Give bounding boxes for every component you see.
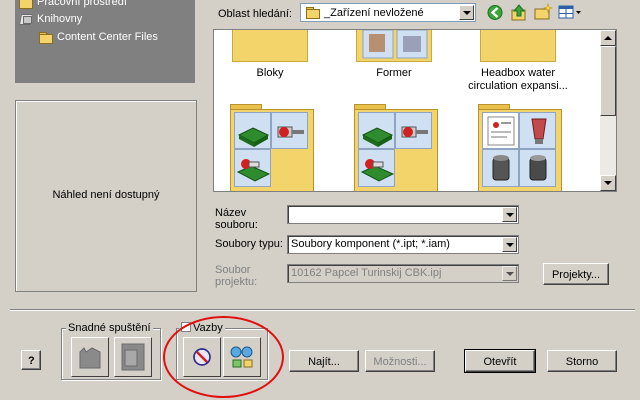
list-item-label: Former <box>376 67 412 79</box>
project-file-label: Soubor projektu: <box>215 264 258 288</box>
file-types-select[interactable]: Soubory komponent (*.ipt; *.iam) <box>287 235 519 254</box>
views-icon[interactable] <box>557 3 583 22</box>
nav-item-label: Pracovní prostředí <box>37 0 127 8</box>
nav-item-workspace[interactable]: Pracovní prostředí <box>19 0 127 9</box>
list-item-label: Headbox water circulation expansi... <box>468 67 568 92</box>
file-types-label: Soubory typu: <box>215 238 283 250</box>
nav-item-label: Content Center Files <box>57 31 158 43</box>
file-name-field[interactable] <box>287 205 519 224</box>
nav-item-libraries[interactable]: Knihovny <box>19 13 82 25</box>
new-folder-icon[interactable] <box>533 3 553 22</box>
folder-thumbnail <box>234 112 308 187</box>
folder-icon <box>480 30 556 62</box>
chevron-down-icon[interactable] <box>502 207 517 222</box>
open-button[interactable]: Otevřít <box>464 349 536 373</box>
options-button[interactable]: Možnosti... <box>365 350 435 372</box>
folder-thumbnail <box>358 112 432 187</box>
scroll-thumb[interactable] <box>600 46 616 116</box>
annotation-circle <box>163 316 284 398</box>
preview-pane: Náhled není dostupný <box>15 100 197 292</box>
cancel-button[interactable]: Storno <box>547 350 617 372</box>
projects-button[interactable]: Projekty... <box>543 263 609 285</box>
list-item-label: Bloky <box>256 67 284 79</box>
list-item[interactable] <box>478 104 562 191</box>
folder-icon <box>232 30 308 62</box>
places-pane: Pracovní prostředí Knihovny Content Cent… <box>15 0 195 83</box>
separator <box>10 309 635 311</box>
nav-item-label: Knihovny <box>37 13 83 25</box>
folder-icon <box>306 7 320 19</box>
scroll-down-icon[interactable] <box>600 175 616 191</box>
chevron-down-icon[interactable] <box>459 5 474 20</box>
file-name-label: Název souboru: <box>215 207 258 231</box>
search-in-combo[interactable]: _Zařízení nevložené <box>300 3 476 22</box>
quick-launch-button-2[interactable] <box>114 337 152 377</box>
back-icon[interactable] <box>486 3 506 22</box>
folder-icon <box>356 30 432 62</box>
find-button[interactable]: Najít... <box>289 350 359 372</box>
list-item[interactable] <box>230 104 314 191</box>
library-icon <box>19 13 33 25</box>
search-in-value: _Zařízení nevložené <box>324 6 424 19</box>
list-item[interactable] <box>354 104 438 191</box>
project-file-select[interactable]: 10162 Papcel Turinskij CBK.ipj <box>287 264 519 283</box>
quick-launch-title: Snadné spuštění <box>66 322 153 334</box>
help-button[interactable]: ? <box>21 350 41 370</box>
preview-text: Náhled není dostupný <box>52 189 160 201</box>
chevron-down-icon[interactable] <box>502 237 517 252</box>
folder-icon <box>19 0 33 9</box>
scroll-up-icon[interactable] <box>600 30 616 46</box>
nav-item-content-center[interactable]: Content Center Files <box>39 31 158 44</box>
quick-launch-button-1[interactable] <box>71 337 109 377</box>
file-list[interactable]: Bloky Former Headbox water circulation e… <box>213 29 617 192</box>
search-in-label: Oblast hledání: <box>218 8 292 20</box>
folder-icon <box>39 31 53 44</box>
folder-thumbnail <box>482 112 556 187</box>
up-folder-icon[interactable] <box>509 3 529 22</box>
quick-launch-group: Snadné spuštění <box>61 322 161 380</box>
file-list-scrollbar[interactable] <box>600 30 616 191</box>
chevron-down-icon[interactable] <box>502 266 517 281</box>
